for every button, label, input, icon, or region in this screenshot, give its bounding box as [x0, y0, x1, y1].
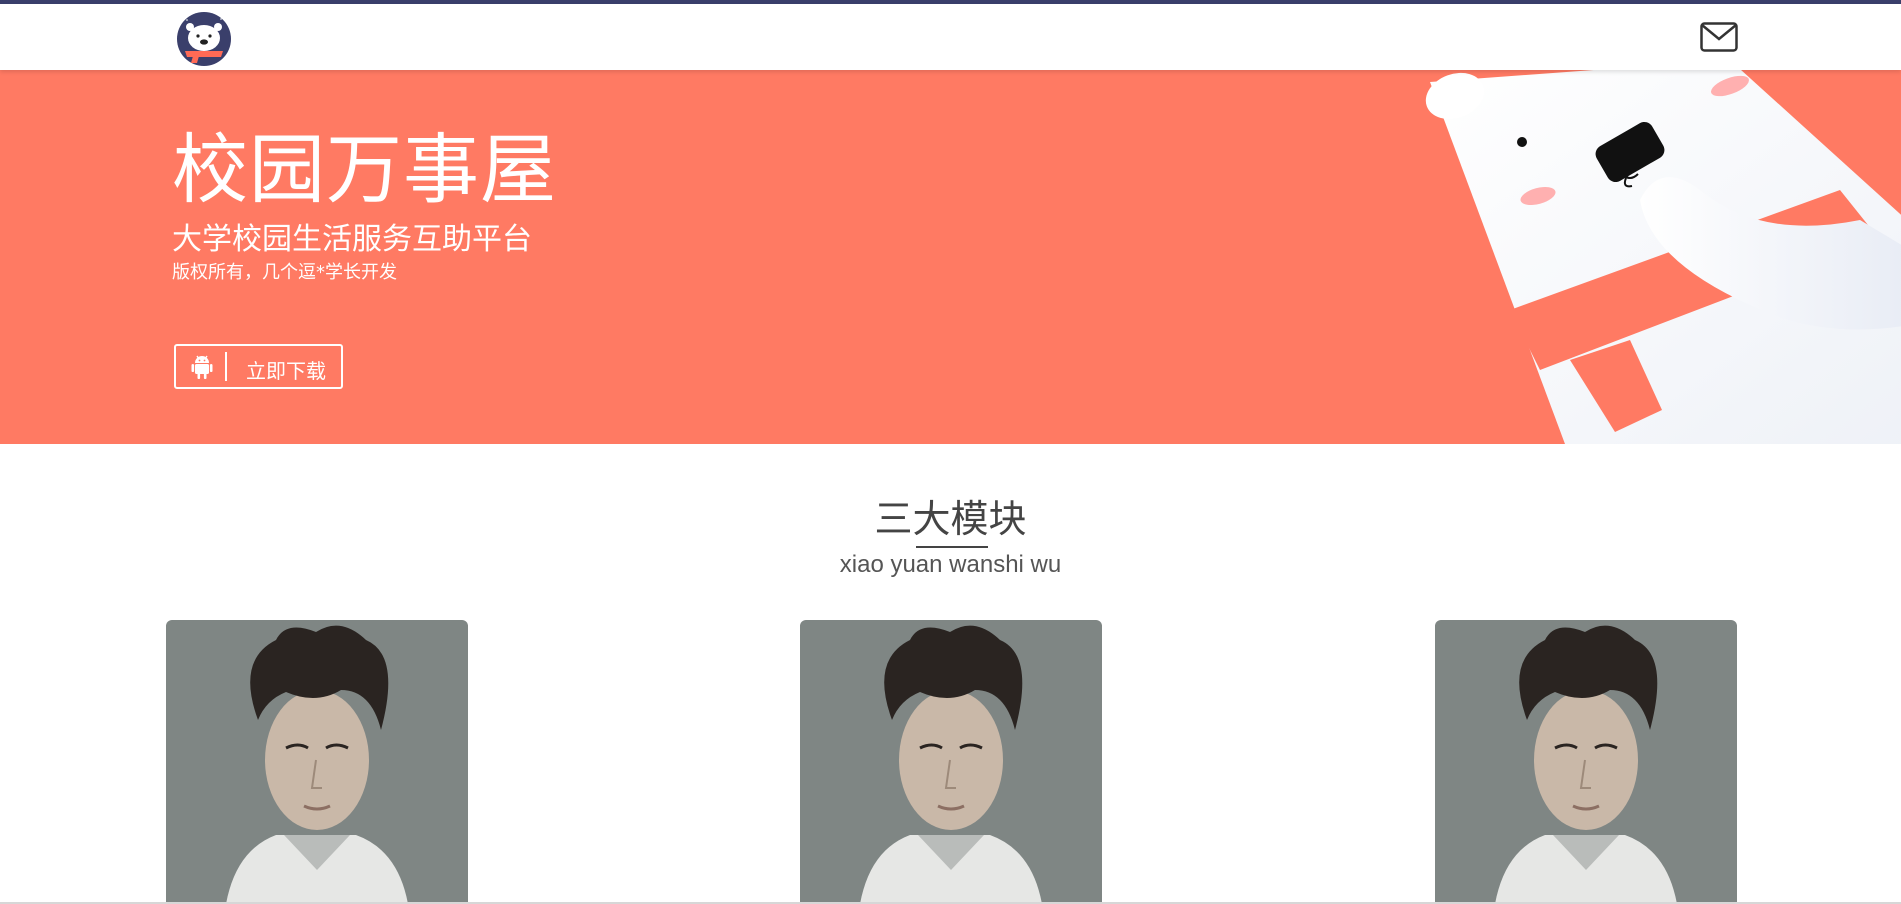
portrait-photo: [166, 620, 468, 904]
modules-title: 三大模块: [874, 497, 1027, 541]
polar-bear-illustration: [1400, 70, 1901, 444]
hero-banner: 校园万事屋 大学校园生活服务互助平台 版权所有，几个逗*学长开发 立即下载: [0, 70, 1901, 444]
polar-bear-logo-icon[interactable]: [175, 10, 233, 68]
module-card-2[interactable]: [800, 620, 1102, 904]
download-button-label: 立即下载: [246, 359, 326, 383]
module-card-3[interactable]: [1435, 620, 1737, 904]
portrait-photo: [1435, 620, 1737, 904]
download-button[interactable]: 立即下载: [174, 344, 343, 389]
button-divider: [225, 352, 227, 381]
mail-icon[interactable]: [1700, 22, 1738, 52]
portrait-photo: [800, 620, 1102, 904]
modules-subtitle: xiao yuan wanshi wu: [839, 551, 1062, 578]
navbar: [0, 4, 1901, 70]
hero-copyright: 版权所有，几个逗*学长开发: [172, 262, 397, 283]
module-card-1[interactable]: [166, 620, 468, 904]
hero-subtitle: 大学校园生活服务互助平台: [172, 222, 532, 257]
android-icon: [189, 354, 215, 380]
hero-title: 校园万事屋: [172, 125, 557, 214]
modules-title-underline: [916, 546, 988, 548]
